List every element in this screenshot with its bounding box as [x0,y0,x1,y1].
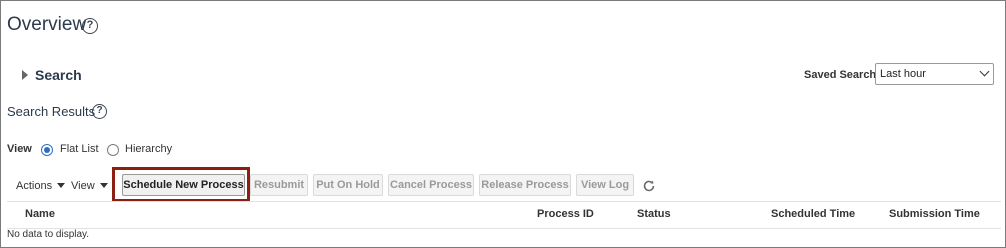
release-process-button[interactable]: Release Process [479,174,571,196]
column-header-submission-time[interactable]: Submission Time [889,208,980,220]
caret-down-icon [99,182,108,188]
column-header-process-id[interactable]: Process ID [537,208,594,220]
view-menu[interactable]: View [71,180,108,192]
page-frame: Overview ? Search Saved Search Last hour… [0,0,1006,248]
results-help-icon[interactable]: ? [92,104,107,119]
page-title: Overview [7,14,87,35]
help-icon[interactable]: ? [82,18,98,34]
search-label: Search [35,67,82,83]
saved-search-label: Saved Search [804,69,877,81]
column-header-name[interactable]: Name [25,208,55,220]
search-results-title: Search Results [7,104,96,119]
search-section-toggle[interactable]: Search [22,67,82,83]
actions-label: Actions [16,180,53,192]
hierarchy-radio[interactable] [107,144,119,156]
flat-list-label[interactable]: Flat List [60,143,99,155]
refresh-icon[interactable] [642,179,656,193]
saved-search-select[interactable]: Last hour [875,63,994,85]
hierarchy-label[interactable]: Hierarchy [125,143,172,155]
resubmit-button[interactable]: Resubmit [250,174,308,196]
saved-search-value: Last hour [880,68,926,80]
column-header-scheduled-time[interactable]: Scheduled Time [771,208,855,220]
view-menu-label: View [71,180,95,192]
schedule-new-process-button[interactable]: Schedule New Process [122,174,245,196]
table-header-divider [7,228,1001,229]
view-label: View [7,143,32,155]
expand-triangle-icon [22,70,28,81]
actions-menu[interactable]: Actions [16,180,66,192]
flat-list-radio[interactable] [41,144,53,156]
table-top-divider [7,201,1001,202]
caret-down-icon [57,182,66,188]
view-log-button[interactable]: View Log [576,174,634,196]
put-on-hold-button[interactable]: Put On Hold [313,174,383,196]
chevron-down-icon [979,66,990,77]
column-header-status[interactable]: Status [637,208,671,220]
empty-table-message: No data to display. [7,229,90,240]
cancel-process-button[interactable]: Cancel Process [388,174,474,196]
